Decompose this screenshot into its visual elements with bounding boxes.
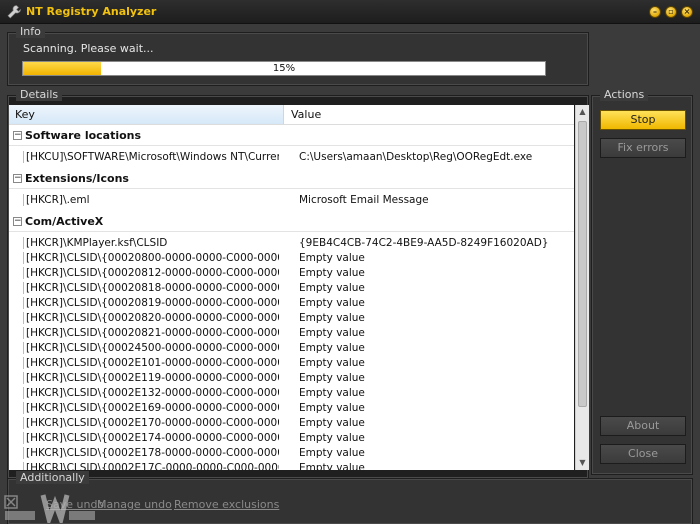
cell-key: [HKCU]\SOFTWARE\Microsoft\Windows NT\Cur…	[23, 151, 279, 163]
additionally-label: Additionally	[16, 471, 89, 484]
cell-value: Empty value	[299, 267, 365, 279]
table-row[interactable]: [HKCR]\CLSID\{00024500-0000-0000-C000-00…	[9, 341, 574, 356]
cell-key: [HKCR]\CLSID\{0002E132-0000-0000-C000-00…	[23, 387, 279, 399]
minimize-icon[interactable]: –	[649, 6, 661, 18]
additionally-panel: Additionally Save undo Manage undo Remov…	[7, 471, 693, 524]
table-row[interactable]: [HKCR]\.eml Microsoft Email Message	[9, 193, 574, 208]
collapse-toggle-icon[interactable]: −	[13, 174, 22, 183]
cell-value: Empty value	[299, 342, 365, 354]
cell-key: [HKCR]\CLSID\{00020818-0000-0000-C000-00…	[23, 282, 279, 294]
details-panel: Details Key Value − Software locations [HK…	[7, 88, 589, 479]
table-row[interactable]: [HKCR]\CLSID\{0002E170-0000-0000-C000-00…	[9, 416, 574, 431]
column-header-key[interactable]: Key	[9, 105, 284, 124]
title-bar: NT Registry Analyzer – ▫ ×	[0, 0, 700, 24]
remove-exclusions-link[interactable]: Remove exclusions	[174, 498, 279, 511]
cell-key: [HKCR]\CLSID\{0002E101-0000-0000-C000-00…	[23, 357, 279, 369]
table-row[interactable]: [HKCR]\CLSID\{0002E17C-0000-0000-C000-00…	[9, 461, 574, 470]
scan-progress-bar: 15%	[22, 61, 546, 76]
details-label: Details	[16, 88, 63, 101]
scroll-down-icon[interactable]: ▼	[576, 456, 589, 470]
cell-value: Empty value	[299, 357, 365, 369]
group-row[interactable]: − Extensions/Icons	[9, 169, 574, 189]
close-button[interactable]: Close	[600, 444, 686, 464]
cell-value: {9EB4C4CB-74C2-4BE9-AA5D-8249F16020AD}	[299, 237, 549, 249]
table-row[interactable]: [HKCR]\CLSID\{0002E132-0000-0000-C000-00…	[9, 386, 574, 401]
progress-percent: 15%	[272, 63, 296, 74]
info-label: Info	[16, 25, 45, 38]
table-row[interactable]: [HKCR]\CLSID\{00020818-0000-0000-C000-00…	[9, 281, 574, 296]
close-icon[interactable]: ×	[681, 6, 693, 18]
group-row[interactable]: − Software locations	[9, 126, 574, 146]
table-row[interactable]: [HKCR]\CLSID\{0002E178-0000-0000-C000-00…	[9, 446, 574, 461]
table-row[interactable]: [HKCR]\CLSID\{00020800-0000-0000-C000-00…	[9, 251, 574, 266]
cell-value: Empty value	[299, 297, 365, 309]
restore-icon[interactable]: ▫	[665, 6, 677, 18]
app-wrench-icon	[7, 5, 21, 19]
scroll-up-icon[interactable]: ▲	[576, 105, 589, 119]
cell-value: Empty value	[299, 312, 365, 324]
fix-errors-button[interactable]: Fix errors	[600, 138, 686, 158]
stop-button[interactable]: Stop	[600, 110, 686, 130]
grid-header: Key Value	[9, 105, 574, 125]
column-header-value[interactable]: Value	[285, 105, 327, 124]
scroll-thumb[interactable]	[578, 121, 587, 407]
cell-key: [HKCR]\CLSID\{0002E178-0000-0000-C000-00…	[23, 447, 279, 459]
cell-key: [HKCR]\CLSID\{00024500-0000-0000-C000-00…	[23, 342, 279, 354]
collapse-toggle-icon[interactable]: −	[13, 217, 22, 226]
cell-key: [HKCR]\CLSID\{0002E17C-0000-0000-C000-00…	[23, 462, 279, 470]
cell-value: Microsoft Email Message	[299, 194, 429, 206]
group-name: Extensions/Icons	[25, 172, 129, 185]
cell-key: [HKCR]\CLSID\{00020812-0000-0000-C000-00…	[23, 267, 279, 279]
cell-key: [HKCR]\CLSID\{00020800-0000-0000-C000-00…	[23, 252, 279, 264]
group-row[interactable]: − Com/ActiveX	[9, 212, 574, 232]
cell-key: [HKCR]\.eml	[23, 194, 279, 206]
vertical-scrollbar[interactable]: ▲ ▼	[575, 105, 589, 470]
cell-key: [HKCR]\CLSID\{00020819-0000-0000-C000-00…	[23, 297, 279, 309]
results-grid[interactable]: Key Value − Software locations [HKCU]\SOFT…	[9, 105, 574, 470]
cell-key: [HKCR]\KMPlayer.ksf\CLSID	[23, 237, 279, 249]
cell-value: Empty value	[299, 327, 365, 339]
cell-value: Empty value	[299, 447, 365, 459]
group-name: Software locations	[25, 129, 142, 142]
scan-status: Scanning. Please wait...	[23, 42, 154, 55]
cell-value: Empty value	[299, 432, 365, 444]
cell-value: C:\Users\amaan\Desktop\Reg\OORegEdt.exe	[299, 151, 533, 163]
cell-value: Empty value	[299, 252, 365, 264]
cell-key: [HKCR]\CLSID\{0002E170-0000-0000-C000-00…	[23, 417, 279, 429]
manage-undo-link[interactable]: Manage undo	[97, 498, 172, 511]
table-row[interactable]: [HKCR]\CLSID\{00020821-0000-0000-C000-00…	[9, 326, 574, 341]
cell-key: [HKCR]\CLSID\{0002E174-0000-0000-C000-00…	[23, 432, 279, 444]
info-panel: Info Scanning. Please wait... 15%	[7, 25, 589, 86]
cell-value: Empty value	[299, 417, 365, 429]
cell-key: [HKCR]\CLSID\{0002E169-0000-0000-C000-00…	[23, 402, 279, 414]
actions-panel: Actions Stop Fix errors About Close	[591, 88, 693, 475]
cell-key: [HKCR]\CLSID\{00020820-0000-0000-C000-00…	[23, 312, 279, 324]
cell-value: Empty value	[299, 387, 365, 399]
cell-value: Empty value	[299, 372, 365, 384]
table-row[interactable]: [HKCU]\SOFTWARE\Microsoft\Windows NT\Cur…	[9, 150, 574, 165]
grid-rows: − Software locations [HKCU]\SOFTWARE\Micro…	[9, 126, 574, 470]
table-row[interactable]: [HKCR]\CLSID\{0002E101-0000-0000-C000-00…	[9, 356, 574, 371]
group-name: Com/ActiveX	[25, 215, 104, 228]
techworm-watermark-logo	[4, 494, 95, 523]
table-row[interactable]: [HKCR]\CLSID\{0002E119-0000-0000-C000-00…	[9, 371, 574, 386]
actions-label: Actions	[600, 88, 649, 101]
about-button[interactable]: About	[600, 416, 686, 436]
cell-value: Empty value	[299, 462, 365, 470]
cell-key: [HKCR]\CLSID\{0002E119-0000-0000-C000-00…	[23, 372, 279, 384]
table-row[interactable]: [HKCR]\CLSID\{00020819-0000-0000-C000-00…	[9, 296, 574, 311]
cell-value: Empty value	[299, 402, 365, 414]
collapse-toggle-icon[interactable]: −	[13, 131, 22, 140]
table-row[interactable]: [HKCR]\CLSID\{00020820-0000-0000-C000-00…	[9, 311, 574, 326]
window-title: NT Registry Analyzer	[26, 5, 157, 18]
table-row[interactable]: [HKCR]\CLSID\{0002E174-0000-0000-C000-00…	[9, 431, 574, 446]
table-row[interactable]: [HKCR]\CLSID\{0002E169-0000-0000-C000-00…	[9, 401, 574, 416]
cell-value: Empty value	[299, 282, 365, 294]
table-row[interactable]: [HKCR]\KMPlayer.ksf\CLSID {9EB4C4CB-74C2-…	[9, 236, 574, 251]
cell-key: [HKCR]\CLSID\{00020821-0000-0000-C000-00…	[23, 327, 279, 339]
table-row[interactable]: [HKCR]\CLSID\{00020812-0000-0000-C000-00…	[9, 266, 574, 281]
